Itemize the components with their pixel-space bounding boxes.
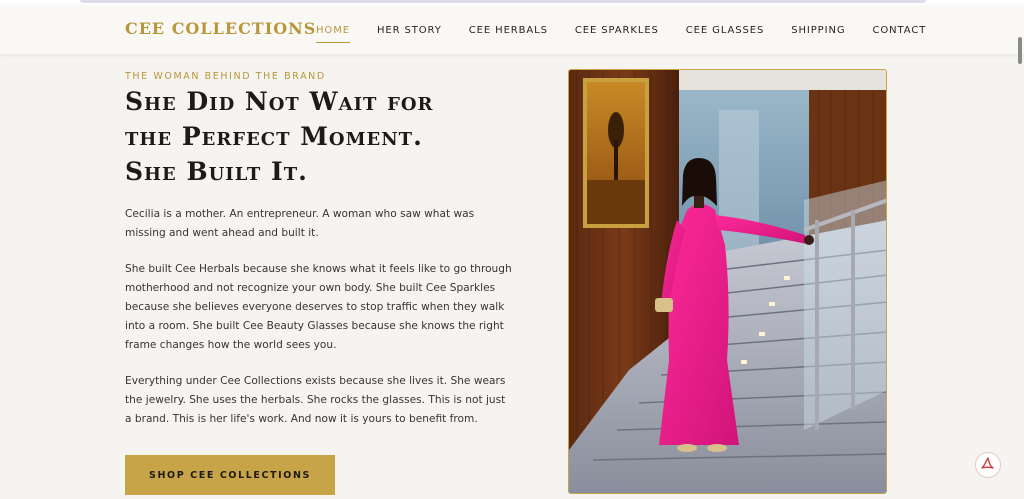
headline-line: She Built It. — [125, 157, 308, 186]
headline-line: She Did Not Wait for — [125, 87, 434, 116]
nav-cee-herbals[interactable]: CEE HERBALS — [469, 25, 548, 36]
nav-cee-glasses[interactable]: CEE GLASSES — [686, 25, 764, 36]
pdf-icon — [981, 457, 994, 469]
story-paragraph-3: Everything under Cee Collections exists … — [125, 375, 506, 425]
shop-collections-button[interactable]: SHOP CEE COLLECTIONS — [125, 455, 335, 495]
browser-tab-indicator — [80, 0, 926, 3]
scrollbar-thumb[interactable] — [1018, 37, 1022, 64]
nav-shipping[interactable]: SHIPPING — [791, 25, 845, 36]
nav-cee-sparkles[interactable]: CEE SPARKLES — [575, 25, 659, 36]
pdf-button[interactable] — [975, 452, 1001, 478]
story-paragraph-1: Cecilia is a mother. An entrepreneur. A … — [125, 208, 475, 239]
main-nav: HOME HER STORY CEE HERBALS CEE SPARKLES … — [316, 25, 953, 43]
nav-her-story[interactable]: HER STORY — [377, 25, 442, 36]
founder-photo — [568, 69, 887, 494]
section-eyebrow: THE WOMAN BEHIND THE BRAND — [125, 71, 326, 82]
site-header: CEE COLLECTIONS HOME HER STORY CEE HERBA… — [0, 5, 1024, 54]
founder-photo-illustration — [569, 70, 886, 493]
headline-line: the Perfect Moment. — [125, 122, 423, 151]
nav-home[interactable]: HOME — [316, 25, 350, 43]
story-paragraph-2: She built Cee Herbals because she knows … — [125, 263, 512, 351]
hero-headline: She Did Not Wait for the Perfect Moment.… — [125, 84, 525, 189]
brand-logo[interactable]: CEE COLLECTIONS — [125, 19, 316, 38]
nav-contact[interactable]: CONTACT — [873, 25, 927, 36]
